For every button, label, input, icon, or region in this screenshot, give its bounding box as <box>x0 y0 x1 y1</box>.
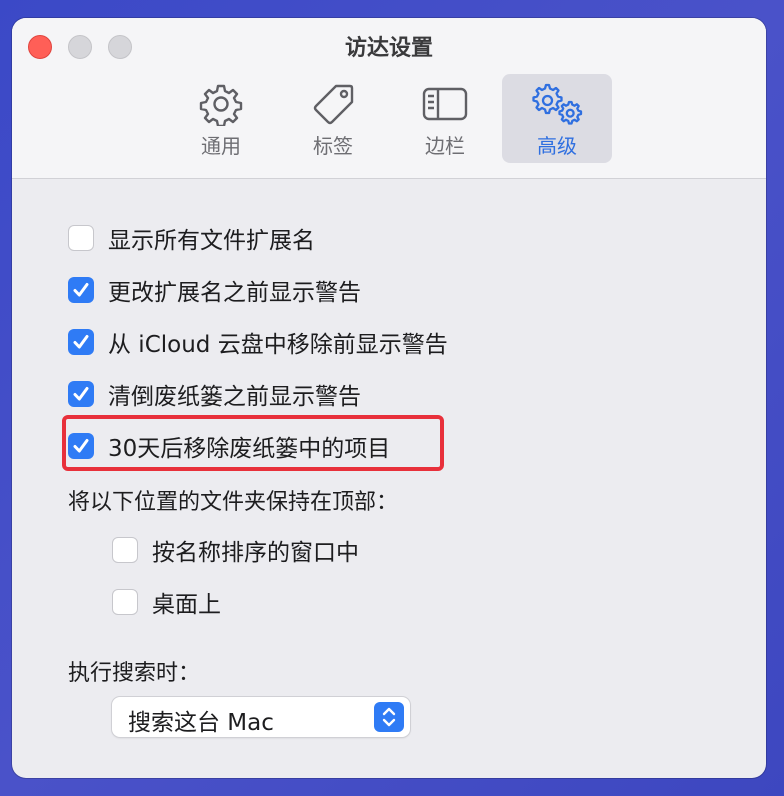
option-warn-empty-trash[interactable]: 清倒废纸篓之前显示警告 <box>68 377 361 411</box>
option-warn-icloud-remove[interactable]: 从 iCloud 云盘中移除前显示警告 <box>68 325 448 359</box>
checkmark-icon <box>73 439 89 453</box>
tab-general-label: 通用 <box>201 134 241 158</box>
warn-empty-trash-checkbox[interactable] <box>68 381 94 407</box>
remove-trash-after-30-days-label: 30天后移除废纸篓中的项目 <box>108 436 391 462</box>
checkmark-icon <box>73 387 89 401</box>
tab-advanced-label: 高级 <box>537 134 577 158</box>
warn-empty-trash-label: 清倒废纸篓之前显示警告 <box>108 384 361 410</box>
option-remove-trash-after-30-days[interactable]: 30天后移除废纸篓中的项目 <box>68 429 390 463</box>
folders-top-in-windows-label: 按名称排序的窗口中 <box>152 540 359 566</box>
titlebar: 访达设置 通用 标签 边栏 高级 <box>12 18 766 179</box>
warn-icloud-remove-label: 从 iCloud 云盘中移除前显示警告 <box>108 332 448 358</box>
sidebar-icon <box>390 82 500 126</box>
tab-sidebar-label: 边栏 <box>425 134 465 158</box>
tab-sidebar[interactable]: 边栏 <box>390 74 500 163</box>
show-extensions-label: 显示所有文件扩展名 <box>108 228 315 254</box>
tab-advanced[interactable]: 高级 <box>502 74 612 163</box>
tab-tags[interactable]: 标签 <box>278 74 388 163</box>
search-scope-value: 搜索这台 Mac <box>128 710 274 736</box>
window-title: 访达设置 <box>344 36 433 61</box>
tab-tags-label: 标签 <box>313 134 353 158</box>
search-scope-heading: 执行搜索时： <box>68 661 201 686</box>
folders-top-on-desktop-label: 桌面上 <box>152 592 221 618</box>
option-show-extensions[interactable]: 显示所有文件扩展名 <box>68 221 315 255</box>
advanced-settings-panel: 显示所有文件扩展名 更改扩展名之前显示警告 从 iCloud 云盘中移除前显示警… <box>12 179 766 778</box>
gear-icon <box>166 82 276 126</box>
tag-icon <box>278 82 388 126</box>
option-warn-change-extension[interactable]: 更改扩展名之前显示警告 <box>68 273 361 307</box>
folders-top-in-windows-checkbox[interactable] <box>112 537 138 563</box>
folders-top-on-desktop-checkbox[interactable] <box>112 589 138 615</box>
option-folders-top-on-desktop[interactable]: 桌面上 <box>112 585 221 619</box>
search-scope-popup[interactable]: 搜索这台 Mac <box>112 697 410 737</box>
option-folders-top-in-windows[interactable]: 按名称排序的窗口中 <box>112 533 359 567</box>
warn-change-extension-checkbox[interactable] <box>68 277 94 303</box>
keep-folders-on-top-heading: 将以下位置的文件夹保持在顶部： <box>68 490 399 515</box>
checkmark-icon <box>73 283 89 297</box>
show-extensions-checkbox[interactable] <box>68 225 94 251</box>
warn-change-extension-label: 更改扩展名之前显示警告 <box>108 280 361 306</box>
popup-stepper-icon <box>374 702 404 732</box>
finder-settings-window: 访达设置 通用 标签 边栏 高级 显示所有文件扩展名 更改扩展名之前显示警告 从… <box>12 18 766 778</box>
remove-trash-after-30-days-checkbox[interactable] <box>68 433 94 459</box>
tab-general[interactable]: 通用 <box>166 74 276 163</box>
checkmark-icon <box>73 335 89 349</box>
warn-icloud-remove-checkbox[interactable] <box>68 329 94 355</box>
gears-icon <box>502 82 612 126</box>
